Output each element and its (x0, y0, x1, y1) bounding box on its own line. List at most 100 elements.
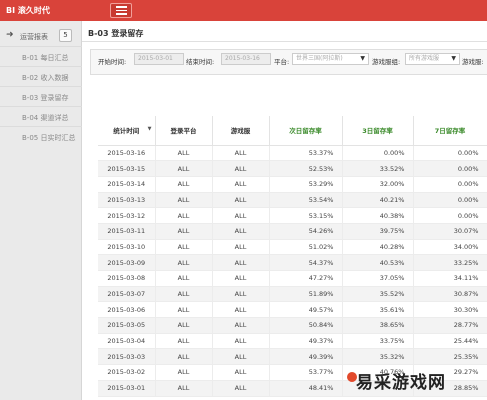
table-row: 2015-03-15 ALL ALL 52.53% 33.52% 0.00% (98, 160, 487, 177)
table-cell: 2015-03-16 (98, 145, 156, 162)
table-cell: 35.61% (342, 301, 414, 319)
sidebar-item-b01[interactable]: B-01 每日汇总 (0, 46, 82, 66)
table-cell: ALL (212, 348, 270, 366)
column-header[interactable]: 7日留存率 (413, 116, 487, 146)
table-cell: 30.30% (413, 301, 487, 319)
platform-select-value: 世界三国(阿拉斯) (296, 55, 343, 62)
table-cell: ALL (155, 145, 213, 162)
column-header[interactable]: 次日留存率 (269, 116, 343, 146)
table-cell: 49.57% (269, 301, 343, 319)
table-row: 2015-03-16 ALL ALL 53.37% 0.00% 0.00% (98, 145, 487, 162)
table-cell: 53.29% (269, 176, 343, 193)
table-cell: 47.27% (269, 270, 343, 287)
table-cell: 51.02% (269, 239, 343, 256)
table-cell: 2015-03-03 (98, 348, 156, 366)
table-cell: ALL (212, 145, 270, 162)
table-header-row: 统计时间 ▼ 登录平台 游戏服 次日留存率 3日留存率 7日留存率 (98, 116, 487, 146)
table-cell: ALL (212, 301, 270, 319)
table-cell: ALL (212, 176, 270, 193)
table-row: 2015-03-14 ALL ALL 53.29% 32.00% 0.00% (98, 176, 487, 193)
table-cell: 34.00% (413, 239, 487, 256)
table-cell: 2015-03-07 (98, 286, 156, 303)
table-cell: 2015-03-11 (98, 223, 156, 240)
table-cell: ALL (155, 254, 213, 271)
end-date-input[interactable]: 2015-03-16 (221, 53, 271, 65)
table-cell: 2015-03-05 (98, 317, 156, 334)
sidebar-item-b02[interactable]: B-02 收入数据 (0, 66, 82, 86)
table-row: 2015-03-03 ALL ALL 49.39% 35.32% 25.35% (98, 348, 487, 366)
table-cell: 28.77% (413, 317, 487, 334)
page-title: B-03 登录留存 (88, 29, 144, 38)
sidebar: ➜ 运营报表 5 B-01 每日汇总 B-02 收入数据 B-03 登录留存 B… (0, 21, 82, 400)
table-cell: 40.53% (342, 254, 414, 271)
table-cell: 2015-03-14 (98, 176, 156, 193)
sidebar-item-label: B-03 登录留存 (22, 94, 69, 102)
table-cell: 40.21% (342, 192, 414, 209)
table-cell: 2015-03-13 (98, 192, 156, 209)
table-cell: 52.53% (269, 160, 343, 177)
table-cell: 30.07% (413, 223, 487, 240)
column-header[interactable]: 3日留存率 (342, 116, 414, 146)
table-cell: 54.26% (269, 223, 343, 240)
table-cell: 30.87% (413, 286, 487, 303)
table-cell: ALL (212, 380, 270, 397)
start-date-input[interactable]: 2015-03-01 (134, 53, 184, 65)
table-cell: ALL (155, 176, 213, 193)
table-cell: ALL (212, 207, 270, 224)
server-group-select-value: 所有游戏服 (409, 55, 440, 62)
sort-caret-icon[interactable]: ▼ (148, 126, 152, 132)
table-cell: 37.05% (342, 270, 414, 287)
table-cell: 51.89% (269, 286, 343, 303)
table-cell: 2015-03-15 (98, 160, 156, 177)
end-date-label: 结束时间: (186, 58, 215, 66)
table-row: 2015-03-04 ALL ALL 49.37% 33.75% 25.44% (98, 333, 487, 350)
sidebar-item-label: B-01 每日汇总 (22, 54, 69, 62)
sidebar-item-label: B-05 日实时汇总 (22, 134, 76, 142)
table-cell: 38.65% (342, 317, 414, 334)
sidebar-section-header[interactable]: ➜ 运营报表 5 (0, 28, 82, 44)
table-cell: ALL (212, 333, 270, 350)
table-cell: ALL (155, 348, 213, 366)
table-cell: 32.00% (342, 176, 414, 193)
table-row: 2015-03-05 ALL ALL 50.84% 38.65% 28.77% (98, 317, 487, 334)
table-cell: 54.37% (269, 254, 343, 271)
table-cell: 0.00% (413, 176, 487, 193)
table-cell: 2015-03-01 (98, 380, 156, 397)
table-row: 2015-03-07 ALL ALL 51.89% 35.52% 30.87% (98, 286, 487, 303)
sidebar-item-b03[interactable]: B-03 登录留存 (0, 86, 82, 106)
watermark-text: 易采游戏网 (356, 373, 446, 393)
arrow-right-icon: ➜ (6, 30, 14, 40)
table-cell: ALL (155, 207, 213, 224)
table-cell: ALL (155, 380, 213, 397)
start-date-label: 开始时间: (98, 58, 127, 66)
caret-down-icon: ▼ (451, 55, 456, 62)
table-row: 2015-03-08 ALL ALL 47.27% 37.05% 34.11% (98, 270, 487, 287)
sidebar-item-b04[interactable]: B-04 渠道详总 (0, 106, 82, 126)
column-header[interactable]: 统计时间 ▼ (98, 116, 156, 146)
table-cell: 33.75% (342, 333, 414, 350)
table-cell: ALL (155, 364, 213, 381)
column-header[interactable]: 游戏服 (212, 116, 270, 146)
table-row: 2015-03-12 ALL ALL 53.15% 40.38% 0.00% (98, 207, 487, 224)
hamburger-icon[interactable] (110, 3, 132, 18)
table-row: 2015-03-11 ALL ALL 54.26% 39.75% 30.07% (98, 223, 487, 240)
table-cell: 33.25% (413, 254, 487, 271)
table-cell: ALL (155, 192, 213, 209)
platform-label: 平台: (274, 58, 290, 66)
top-navbar: BI 滚久时代 (0, 0, 487, 21)
platform-select[interactable]: 世界三国(阿拉斯) ▼ (292, 53, 369, 65)
table-cell: 40.38% (342, 207, 414, 224)
table-row: 2015-03-13 ALL ALL 53.54% 40.21% 0.00% (98, 192, 487, 209)
table-cell: 53.15% (269, 207, 343, 224)
server-group-select[interactable]: 所有游戏服 ▼ (405, 53, 460, 65)
sidebar-item-b05[interactable]: B-05 日实时汇总 (0, 126, 82, 146)
table-cell: 2015-03-10 (98, 239, 156, 256)
column-header[interactable]: 登录平台 (155, 116, 213, 146)
app-brand[interactable]: BI 滚久时代 (6, 5, 50, 16)
table-cell: 2015-03-12 (98, 207, 156, 224)
table-cell: ALL (212, 160, 270, 177)
table-cell: 39.75% (342, 223, 414, 240)
table-cell: 2015-03-02 (98, 364, 156, 381)
server-label: 游戏服: (462, 58, 484, 66)
table-cell: 53.77% (269, 364, 343, 381)
